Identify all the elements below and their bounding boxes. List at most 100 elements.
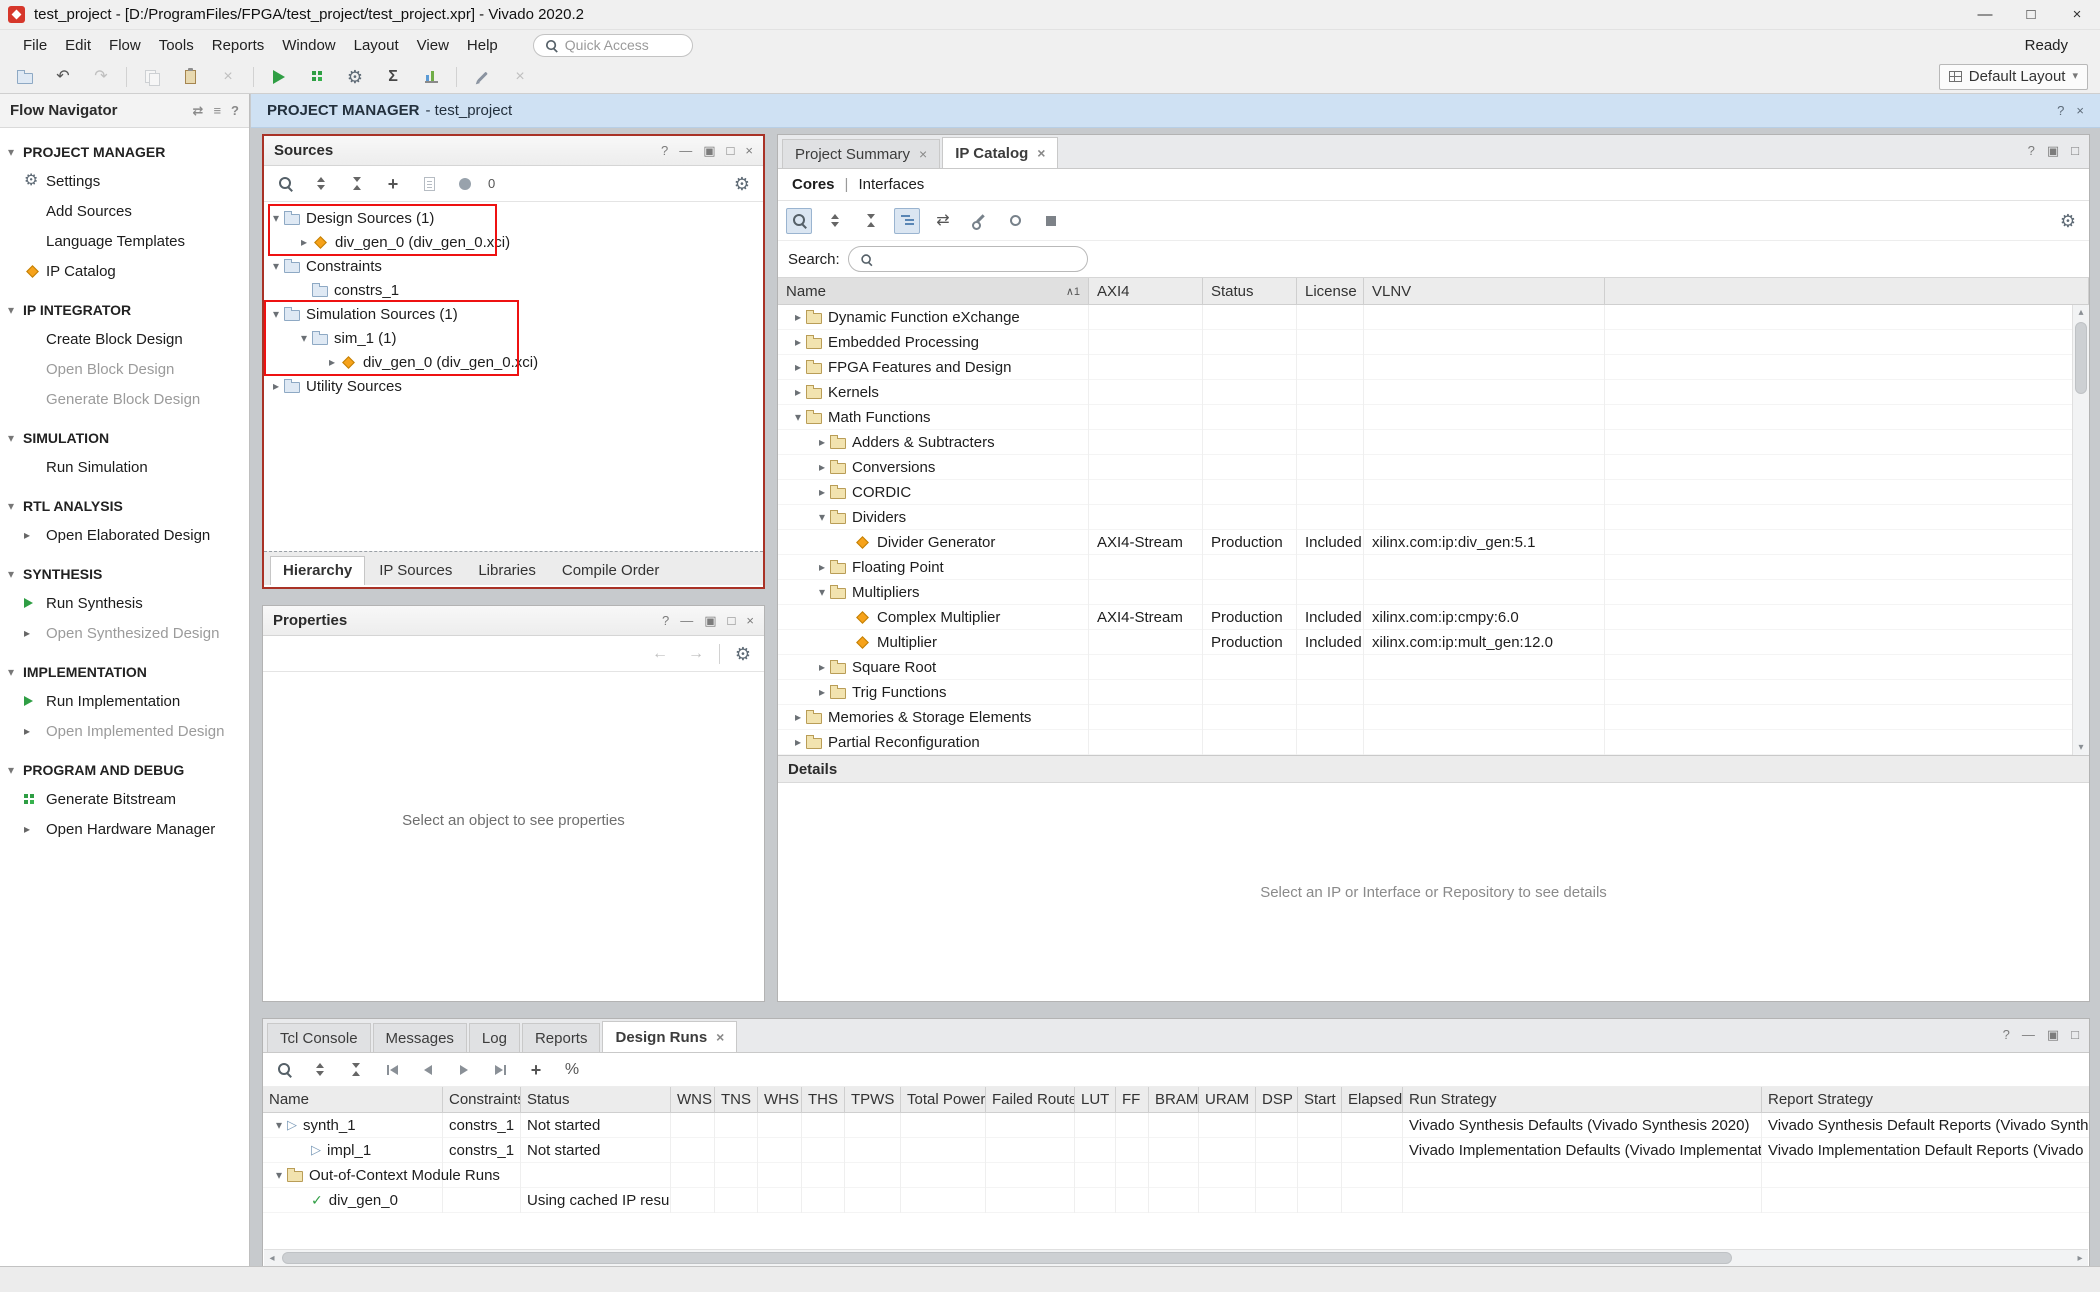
ip-row-kernels[interactable]: ▸Kernels [778, 380, 2089, 405]
reset-runs-icon[interactable] [379, 1057, 405, 1083]
group-by-icon[interactable]: ⇄ [930, 208, 956, 234]
ip-row-floating-point[interactable]: ▸Floating Point [778, 555, 2089, 580]
column-header-vlnv[interactable]: VLNV [1364, 278, 1605, 304]
help-icon[interactable]: ? [2003, 1027, 2010, 1043]
collapse-all-icon[interactable] [307, 1057, 333, 1083]
ip-row-divider-generator[interactable]: Divider GeneratorAXI4-StreamProductionIn… [778, 530, 2089, 555]
menu-window[interactable]: Window [273, 33, 344, 58]
minimize-icon[interactable]: — [679, 143, 692, 159]
column-header-ths[interactable]: THS [802, 1087, 845, 1112]
report-icon[interactable] [416, 171, 442, 197]
nav-item-open-block-design[interactable]: Open Block Design [0, 354, 249, 384]
menu-edit[interactable]: Edit [56, 33, 100, 58]
tree-row-div-gen-0-div-gen-0-xci[interactable]: ▸div_gen_0 (div_gen_0.xci) [264, 350, 763, 374]
column-header-tpws[interactable]: TPWS [845, 1087, 901, 1112]
scrollbar-thumb[interactable] [282, 1252, 1732, 1264]
column-header-wns[interactable]: WNS [671, 1087, 715, 1112]
nav-item-generate-bitstream[interactable]: Generate Bitstream [0, 784, 249, 814]
maximize-icon[interactable]: □ [2071, 143, 2079, 159]
chevron-right-icon[interactable]: ▸ [296, 235, 312, 249]
chevron-down-icon[interactable]: ▾ [271, 1118, 287, 1132]
column-header-lut[interactable]: LUT [1075, 1087, 1116, 1112]
update-catalog-icon[interactable] [1002, 208, 1028, 234]
run-icon[interactable] [266, 64, 292, 90]
nav-item-add-sources[interactable]: Add Sources [0, 196, 249, 226]
column-header-bram[interactable]: BRAM [1149, 1087, 1199, 1112]
ip-row-cordic[interactable]: ▸CORDIC [778, 480, 2089, 505]
float-icon[interactable]: ▣ [703, 143, 715, 159]
scroll-down-icon[interactable]: ▾ [2073, 740, 2089, 755]
tab-messages[interactable]: Messages [373, 1023, 467, 1052]
menu-help[interactable]: Help [458, 33, 507, 58]
ip-row-embedded-processing[interactable]: ▸Embedded Processing [778, 330, 2089, 355]
ip-row-fpga-features-and-design[interactable]: ▸FPGA Features and Design [778, 355, 2089, 380]
chevron-right-icon[interactable]: ▸ [814, 685, 830, 699]
help-icon[interactable]: ? [231, 103, 239, 119]
maximize-icon[interactable]: □ [727, 143, 735, 159]
help-icon[interactable]: ? [2057, 103, 2064, 118]
ip-row-conversions[interactable]: ▸Conversions [778, 455, 2089, 480]
ip-row-dynamic-function-exchange[interactable]: ▸Dynamic Function eXchange [778, 305, 2089, 330]
sources-tab-compile-order[interactable]: Compile Order [550, 557, 672, 585]
copy-icon[interactable] [139, 64, 165, 90]
nav-item-open-hardware-manager[interactable]: ▸Open Hardware Manager [0, 814, 249, 844]
close-icon[interactable]: × [746, 613, 754, 629]
sources-tab-libraries[interactable]: Libraries [466, 557, 548, 585]
nav-section-header-rtl-analysis[interactable]: ▾RTL ANALYSIS [0, 492, 249, 520]
redo-icon[interactable]: ↷ [88, 64, 114, 90]
maximize-button[interactable]: □ [2008, 0, 2054, 30]
quick-access[interactable] [533, 34, 693, 57]
delete-icon[interactable]: × [215, 64, 241, 90]
column-header-status[interactable]: Status [521, 1087, 671, 1112]
tree-row-constrs-1[interactable]: constrs_1 [264, 278, 763, 302]
quick-access-input[interactable] [565, 37, 675, 53]
ip-subtab-cores[interactable]: Cores [792, 176, 835, 193]
edit-icon[interactable] [469, 64, 495, 90]
column-header-uram[interactable]: URAM [1199, 1087, 1256, 1112]
nav-section-header-project-manager[interactable]: ▾PROJECT MANAGER [0, 138, 249, 166]
ip-row-adders-subtracters[interactable]: ▸Adders & Subtracters [778, 430, 2089, 455]
open-project-icon[interactable] [12, 64, 38, 90]
column-header-name[interactable]: Name [263, 1087, 443, 1112]
menu-file[interactable]: File [14, 33, 56, 58]
layout-selector[interactable]: Default Layout ▾ [1939, 64, 2088, 90]
column-header-axi4[interactable]: AXI4 [1089, 278, 1203, 304]
vertical-scrollbar[interactable]: ▴ ▾ [2072, 305, 2089, 755]
scroll-right-icon[interactable]: ▸ [2072, 1253, 2088, 1264]
menu-reports[interactable]: Reports [203, 33, 274, 58]
chevron-down-icon[interactable]: ▾ [268, 211, 284, 225]
collapse-all-icon[interactable] [308, 171, 334, 197]
settings-gear-icon[interactable]: ⚙ [730, 641, 756, 667]
chevron-down-icon[interactable]: ▾ [814, 585, 830, 599]
nav-item-generate-block-design[interactable]: Generate Block Design [0, 384, 249, 414]
column-header-license[interactable]: License [1297, 278, 1364, 304]
ip-row-multipliers[interactable]: ▾Multipliers [778, 580, 2089, 605]
nav-section-header-program-and-debug[interactable]: ▾PROGRAM AND DEBUG [0, 756, 249, 784]
sources-tab-ip-sources[interactable]: IP Sources [367, 557, 464, 585]
nav-item-open-synthesized-design[interactable]: ▸Open Synthesized Design [0, 618, 249, 648]
chevron-right-icon[interactable]: ▸ [324, 355, 340, 369]
expand-all-icon[interactable] [858, 208, 884, 234]
forward-arrow-icon[interactable]: → [683, 641, 709, 667]
float-icon[interactable]: ▣ [2047, 1027, 2059, 1043]
expand-all-icon[interactable] [343, 1057, 369, 1083]
tree-row-div-gen-0-div-gen-0-xci[interactable]: ▸div_gen_0 (div_gen_0.xci) [264, 230, 763, 254]
cancel-icon[interactable]: × [507, 64, 533, 90]
chevron-down-icon[interactable]: ▾ [814, 510, 830, 524]
chevron-right-icon[interactable]: ▸ [814, 435, 830, 449]
minimize-icon[interactable]: — [2022, 1027, 2035, 1043]
ip-row-square-root[interactable]: ▸Square Root [778, 655, 2089, 680]
undo-icon[interactable]: ↶ [50, 64, 76, 90]
minimize-button[interactable]: — [1962, 0, 2008, 30]
column-header-run-strategy[interactable]: Run Strategy [1403, 1087, 1762, 1112]
nav-item-open-elaborated-design[interactable]: ▸Open Elaborated Design [0, 520, 249, 550]
nav-item-settings[interactable]: ⚙Settings [0, 166, 249, 196]
skip-forward-icon[interactable] [487, 1057, 513, 1083]
search-icon[interactable] [271, 1057, 297, 1083]
chevron-right-icon[interactable]: ▸ [814, 660, 830, 674]
chevron-right-icon[interactable]: ▸ [814, 560, 830, 574]
chevron-down-icon[interactable]: ▾ [790, 410, 806, 424]
sum-reports-icon[interactable]: Σ [380, 64, 406, 90]
launch-runs-icon[interactable] [451, 1057, 477, 1083]
column-header-status[interactable]: Status [1203, 278, 1297, 304]
